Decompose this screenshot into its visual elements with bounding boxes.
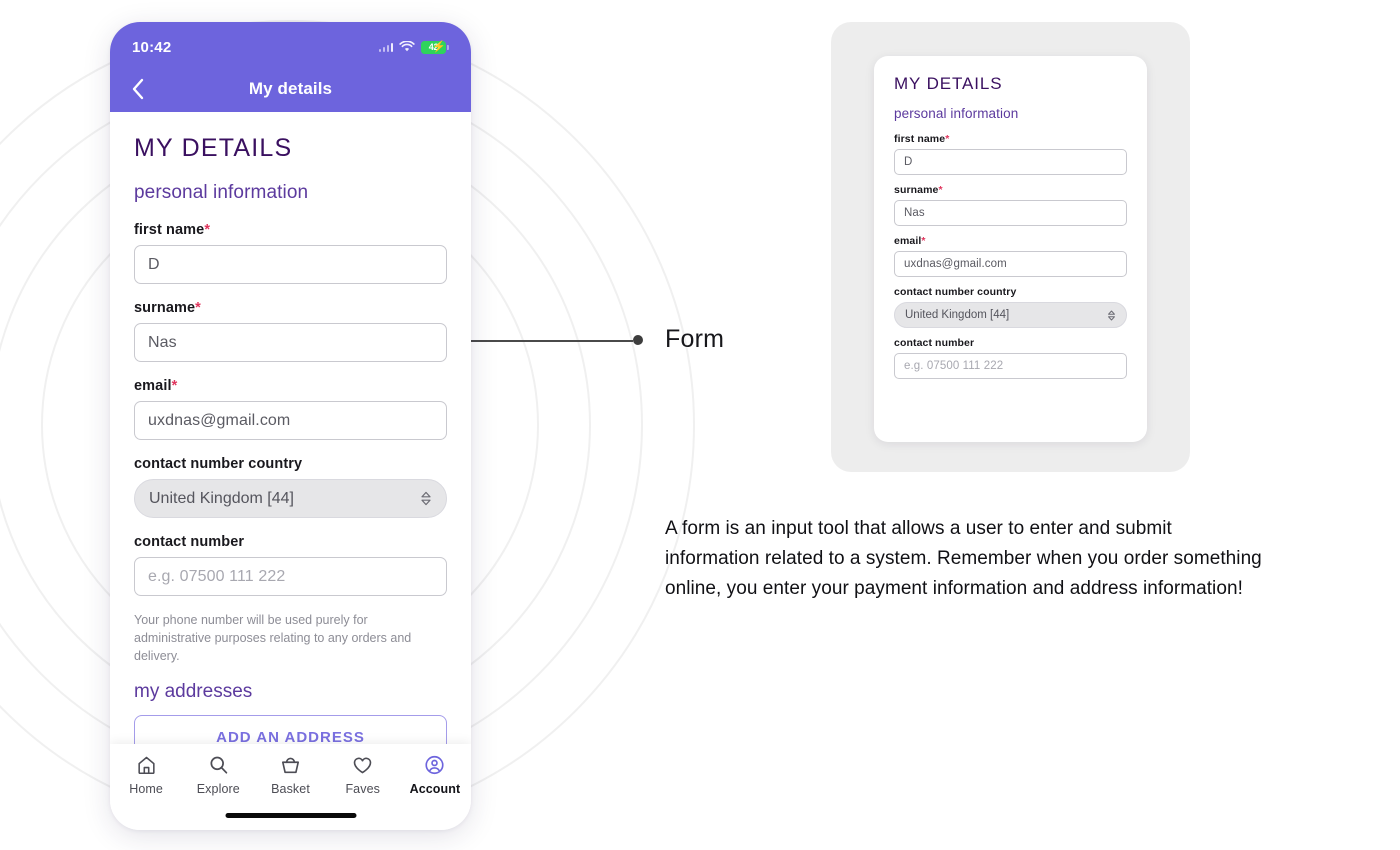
wifi-icon (399, 41, 415, 52)
my-addresses-title: my addresses (134, 681, 253, 703)
tab-label: Account (409, 782, 461, 796)
form-component-card: MY DETAILS personal information first na… (874, 56, 1147, 442)
back-button[interactable] (124, 76, 150, 102)
home-icon (137, 756, 155, 775)
tab-label: Faves (345, 782, 380, 796)
required-asterisk: * (204, 222, 211, 238)
status-icons: 42 ⚡ (378, 40, 449, 54)
battery-icon: 42 ⚡ (421, 40, 449, 54)
spec-first-name-input[interactable]: D (894, 149, 1127, 175)
spec-email-input[interactable]: uxdnas@gmail.com (894, 251, 1127, 277)
home-indicator (225, 813, 356, 818)
spec-page-title: MY DETAILS (894, 74, 1003, 93)
required-asterisk: * (921, 235, 926, 247)
form-field-email: email* uxdnas@gmail.com (134, 378, 447, 440)
section-subtitle: personal information (134, 182, 309, 203)
status-time: 10:42 (132, 38, 172, 56)
form-field-surname: surname* Nas (134, 300, 447, 362)
app-nav-bar: My details (110, 66, 471, 112)
tab-explore[interactable]: Explore (182, 754, 254, 796)
required-asterisk: * (945, 133, 950, 145)
spec-form-field-email: email* uxdnas@gmail.com (894, 235, 1127, 277)
field-label: contact number country (894, 286, 1017, 298)
tab-label: Explore (196, 782, 240, 796)
spec-surname-input[interactable]: Nas (894, 200, 1127, 226)
selected-option-label: United Kingdom [44] (905, 309, 1010, 321)
tab-basket[interactable]: Basket (254, 754, 326, 796)
callout-leader-line (470, 340, 633, 342)
spec-form-field-first-name: first name* D (894, 133, 1127, 175)
chevron-up-down-icon (421, 491, 431, 506)
form-field-first-name: first name* D (134, 222, 447, 284)
form-field-contact-number-country: contact number country United Kingdom [4… (134, 456, 447, 518)
phone-helper-text: Your phone number will be used purely fo… (134, 613, 412, 663)
spec-contact-number-input[interactable]: e.g. 07500 111 222 (894, 353, 1127, 379)
chevron-left-icon (132, 78, 143, 100)
spec-form-field-surname: surname* Nas (894, 184, 1127, 226)
charging-bolt-icon: ⚡ (432, 40, 446, 53)
cellular-signal-icon (378, 42, 393, 52)
email-input[interactable]: uxdnas@gmail.com (134, 401, 447, 440)
spec-contact-number-country-select[interactable]: United Kingdom [44] (894, 302, 1127, 328)
screen-content: MY DETAILS personal information first na… (110, 112, 471, 816)
phone-mockup: 10:42 42 ⚡ My details MY DETAILS persona… (110, 22, 471, 830)
spec-form-field-contact-number-country: contact number country United Kingdom [4… (894, 286, 1127, 328)
basket-icon (281, 757, 300, 774)
callout-dot (633, 335, 643, 345)
required-asterisk: * (171, 378, 178, 394)
required-asterisk: * (195, 300, 201, 316)
first-name-input[interactable]: D (134, 245, 447, 284)
account-icon (425, 755, 444, 775)
page-title: MY DETAILS (134, 134, 293, 162)
chevron-up-down-icon (1108, 310, 1115, 320)
contact-number-country-select[interactable]: United Kingdom [44] (134, 479, 447, 518)
selected-option-label: United Kingdom [44] (149, 489, 294, 507)
field-label: first name* (894, 133, 950, 145)
status-bar: 10:42 42 ⚡ (110, 22, 471, 66)
heart-icon (353, 757, 372, 774)
surname-input[interactable]: Nas (134, 323, 447, 362)
search-icon (210, 756, 228, 774)
required-asterisk: * (938, 184, 943, 196)
nav-title: My details (248, 79, 333, 98)
tab-home[interactable]: Home (110, 754, 182, 796)
field-label: email* (134, 378, 178, 394)
form-field-contact-number: contact number e.g. 07500 111 222 (134, 534, 447, 596)
callout-label: Form (665, 325, 725, 353)
field-label: surname* (894, 184, 943, 196)
field-label: contact number (894, 337, 975, 349)
tab-label: Basket (271, 782, 310, 796)
field-label: email* (894, 235, 926, 247)
canvas: 10:42 42 ⚡ My details MY DETAILS persona… (0, 0, 1400, 850)
contact-number-input[interactable]: e.g. 07500 111 222 (134, 557, 447, 596)
field-label: surname* (134, 300, 201, 316)
field-label: first name* (134, 222, 211, 238)
tab-faves[interactable]: Faves (327, 754, 399, 796)
form-description-text: A form is an input tool that allows a us… (665, 518, 1262, 600)
tab-account[interactable]: Account (399, 754, 471, 796)
field-label: contact number country (134, 456, 303, 472)
spec-form-field-contact-number: contact number e.g. 07500 111 222 (894, 337, 1127, 379)
tab-label: Home (129, 782, 163, 796)
spec-section-subtitle: personal information (894, 106, 1019, 121)
field-label: contact number (134, 534, 245, 550)
